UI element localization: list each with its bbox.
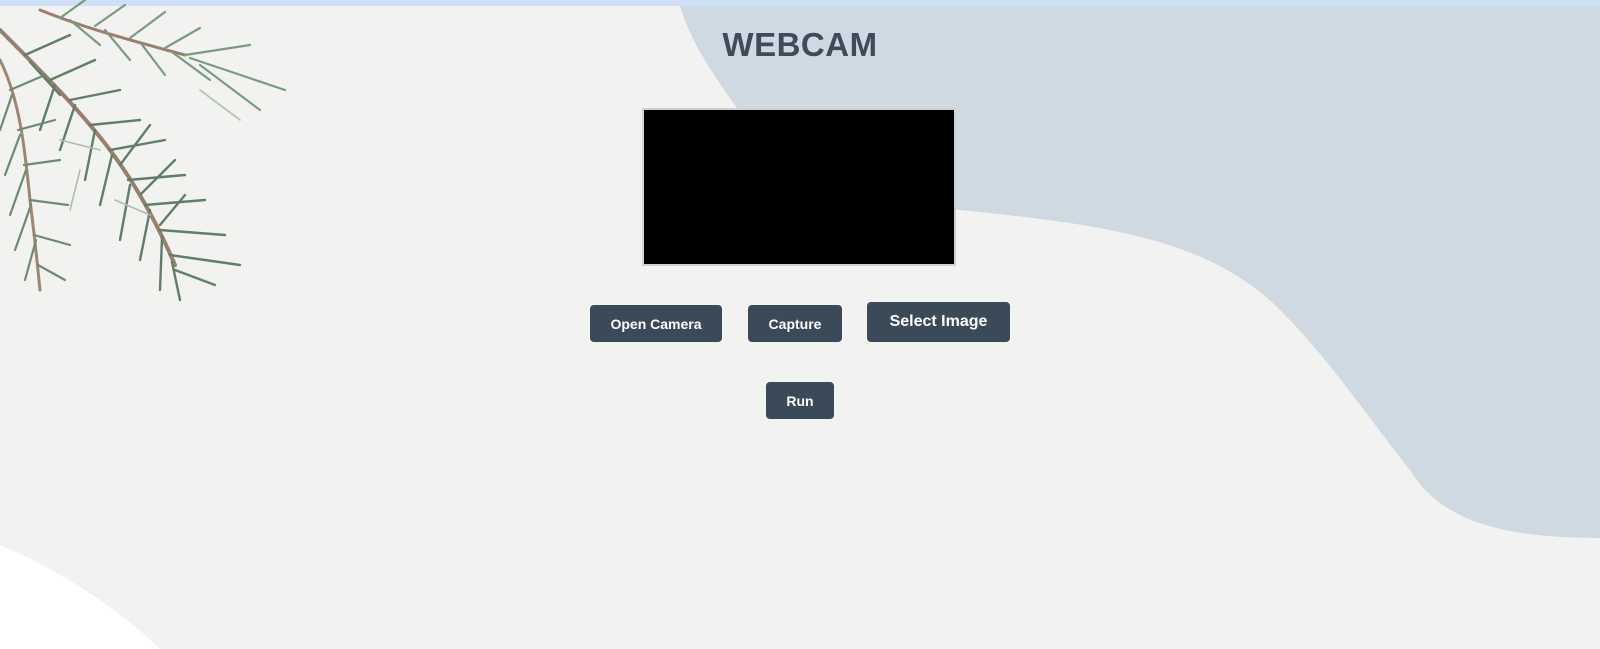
background-white-corner: [0, 545, 160, 649]
select-image-button[interactable]: Select Image: [867, 302, 1010, 342]
page-title: WEBCAM: [722, 26, 878, 63]
background-blob: [680, 6, 1600, 538]
webcam-video-preview: [642, 108, 956, 266]
run-button[interactable]: Run: [766, 382, 834, 419]
open-camera-button[interactable]: Open Camera: [590, 305, 722, 342]
capture-button[interactable]: Capture: [748, 305, 842, 342]
